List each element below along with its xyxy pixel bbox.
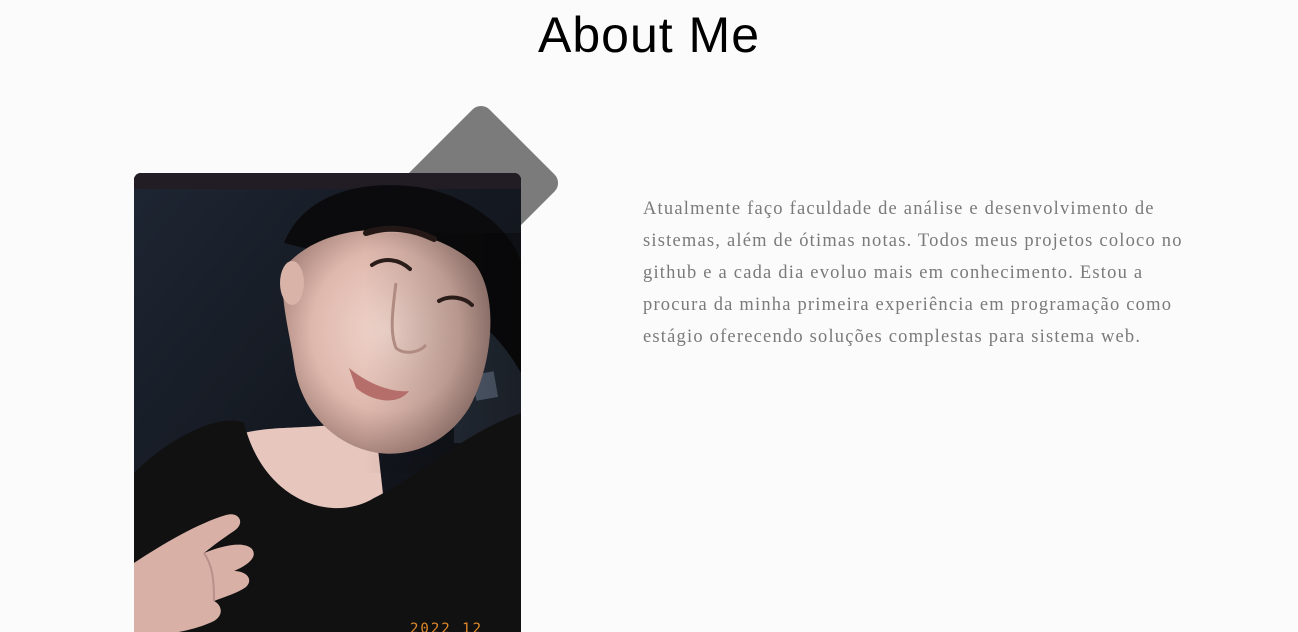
about-section: About Me 2022 12 Atualmente faço faculda… [0, 0, 1298, 632]
profile-photo [134, 173, 521, 632]
profile-photo-illustration [134, 173, 521, 632]
page-title: About Me [537, 7, 760, 63]
about-bio-text: Atualmente faço faculdade de análise e d… [643, 199, 1183, 347]
photo-date-stamp: 2022 12 [410, 621, 484, 632]
